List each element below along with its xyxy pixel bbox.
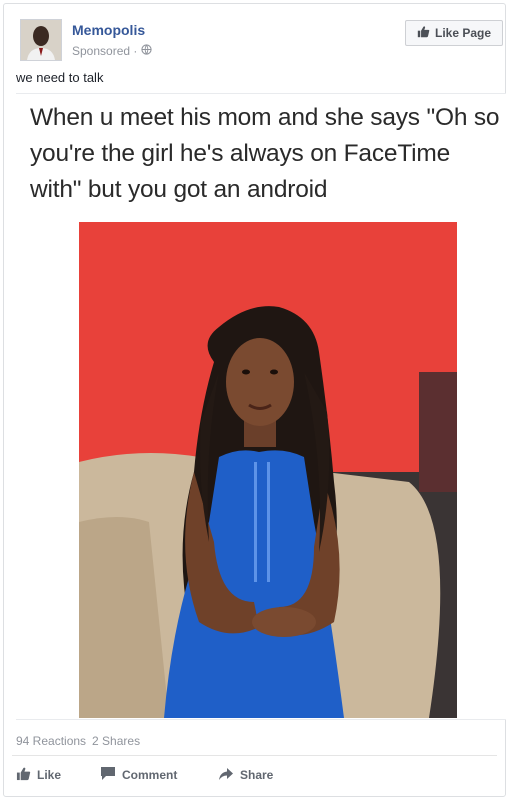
meme-image[interactable]: When u meet his mom and she says "Oh so …	[16, 93, 506, 720]
share-arrow-icon	[218, 767, 234, 784]
page-name[interactable]: Memopolis	[72, 22, 145, 38]
reactions-count[interactable]: 94 Reactions	[16, 734, 86, 748]
actions-divider	[12, 755, 497, 756]
thumbs-up-icon	[417, 25, 430, 41]
sponsored-label: Sponsored ·	[72, 44, 153, 58]
globe-icon	[141, 44, 153, 58]
like-button[interactable]: Like	[16, 766, 100, 784]
meme-caption: When u meet his mom and she says "Oh so …	[30, 104, 500, 203]
page-avatar[interactable]	[20, 19, 62, 61]
like-label: Like	[37, 768, 62, 782]
meme-photo	[79, 222, 457, 718]
post-actions: Like Comment Share	[16, 764, 273, 786]
post-stats: 94 Reactions 2 Shares	[16, 734, 140, 748]
share-label: Share	[240, 768, 274, 782]
like-page-label: Like Page	[434, 26, 492, 40]
like-page-button[interactable]: Like Page	[405, 20, 503, 46]
sponsored-text[interactable]: Sponsored ·	[72, 44, 137, 58]
thumbs-up-icon	[16, 766, 31, 784]
speech-bubble-icon	[100, 766, 116, 784]
comment-label: Comment	[122, 768, 178, 782]
shares-count[interactable]: 2 Shares	[92, 734, 140, 748]
comment-button[interactable]: Comment	[100, 766, 218, 784]
post-text: we need to talk	[16, 70, 104, 85]
share-button[interactable]: Share	[218, 767, 273, 784]
